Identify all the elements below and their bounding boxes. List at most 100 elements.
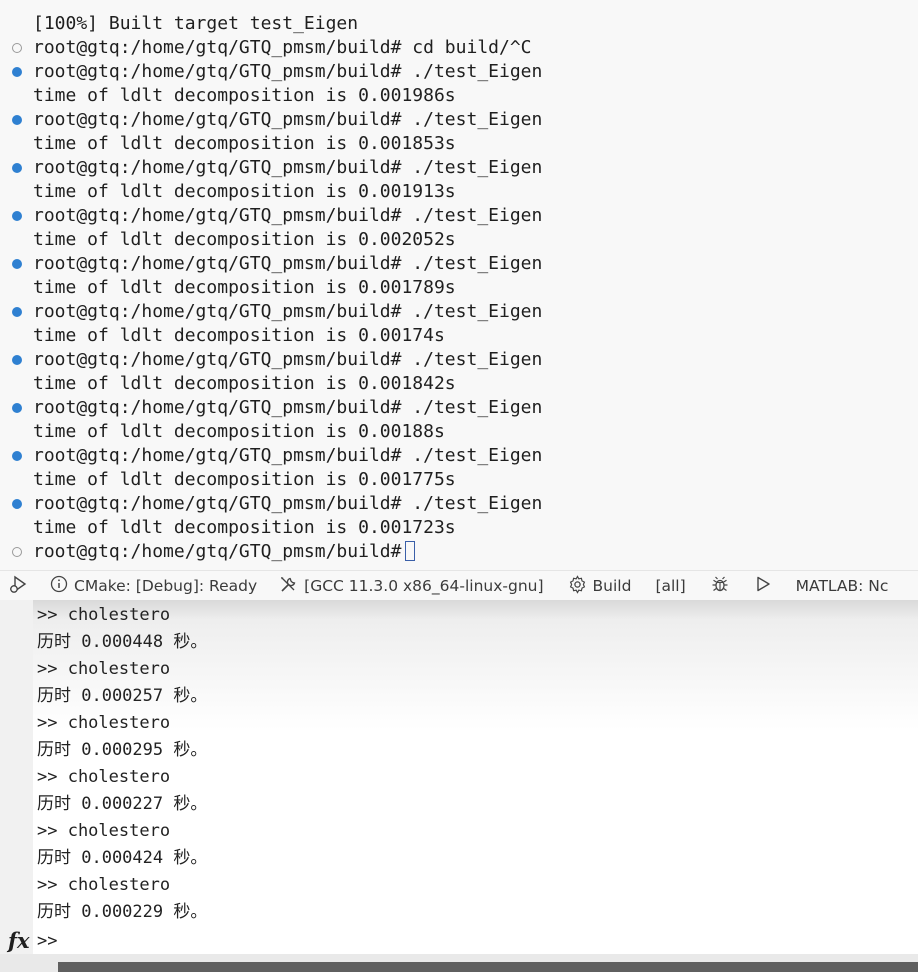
terminal-line-text: root@gtq:/home/gtq/GTQ_pmsm/build# cd bu…: [33, 37, 532, 58]
terminal-line-text: time of ldlt decomposition is 0.002052s: [33, 229, 456, 250]
command-window-line: 历时 0.000424 秒。: [37, 848, 208, 868]
build-label: Build: [592, 577, 632, 595]
command-window-gutter: [0, 600, 33, 960]
function-browser-icon[interactable]: fx: [8, 928, 30, 954]
command-success-decoration-icon[interactable]: [12, 403, 22, 413]
run-button[interactable]: [738, 571, 780, 601]
terminal-line: time of ldlt decomposition is 0.001986s: [0, 84, 918, 108]
terminal-line: time of ldlt decomposition is 0.001723s: [0, 516, 918, 540]
kit-selector[interactable]: [GCC 11.3.0 x86_64-linux-gnu]: [265, 571, 551, 601]
command-window-line: >> cholestero: [37, 821, 171, 841]
kit-label: [GCC 11.3.0 x86_64-linux-gnu]: [304, 577, 544, 595]
terminal-line-text: time of ldlt decomposition is 0.001789s: [33, 277, 456, 298]
terminal-line-text: root@gtq:/home/gtq/GTQ_pmsm/build# ./tes…: [33, 61, 543, 82]
bug-icon: [710, 574, 730, 598]
terminal-line: root@gtq:/home/gtq/GTQ_pmsm/build# ./tes…: [0, 252, 918, 276]
terminal-line: [100%] Built target test_Eigen: [0, 12, 918, 36]
terminal-line: time of ldlt decomposition is 0.001842s: [0, 372, 918, 396]
build-button[interactable]: Build: [552, 571, 640, 601]
terminal-line: root@gtq:/home/gtq/GTQ_pmsm/build# ./tes…: [0, 108, 918, 132]
command-success-decoration-icon[interactable]: [12, 211, 22, 221]
terminal-line: time of ldlt decomposition is 0.002052s: [0, 228, 918, 252]
command-window-line: >> cholestero: [37, 875, 171, 895]
terminal-line: root@gtq:/home/gtq/GTQ_pmsm/build# ./tes…: [0, 204, 918, 228]
command-success-decoration-icon[interactable]: [12, 259, 22, 269]
command-window-line: 历时 0.000227 秒。: [37, 794, 208, 814]
info-circle-icon: [50, 575, 74, 597]
debug-button[interactable]: [694, 571, 738, 601]
terminal-line: root@gtq:/home/gtq/GTQ_pmsm/build# ./tes…: [0, 492, 918, 516]
terminal-cursor[interactable]: [405, 541, 416, 561]
terminal-output: [100%] Built target test_Eigen root@gtq:/…: [0, 12, 918, 564]
command-window-line: 历时 0.000448 秒。: [37, 632, 208, 652]
wrench-screwdriver-icon: [279, 575, 304, 598]
terminal-line-text: root@gtq:/home/gtq/GTQ_pmsm/build# ./tes…: [33, 445, 543, 466]
matlab-status[interactable]: MATLAB: Nc: [780, 571, 897, 601]
terminal-line-text: root@gtq:/home/gtq/GTQ_pmsm/build# ./tes…: [33, 205, 543, 226]
command-success-decoration-icon[interactable]: [12, 307, 22, 317]
cmake-status[interactable]: CMake: [Debug]: Ready: [38, 571, 265, 601]
terminal-line: root@gtq:/home/gtq/GTQ_pmsm/build# ./tes…: [0, 156, 918, 180]
command-success-decoration-icon[interactable]: [12, 163, 22, 173]
terminal-line: time of ldlt decomposition is 0.001789s: [0, 276, 918, 300]
command-decoration-icon[interactable]: [12, 43, 22, 53]
command-window-line: >> cholestero: [37, 713, 171, 733]
terminal-line: time of ldlt decomposition is 0.00174s: [0, 324, 918, 348]
command-success-decoration-icon[interactable]: [12, 451, 22, 461]
terminal-line-text: root@gtq:/home/gtq/GTQ_pmsm/build# ./tes…: [33, 253, 543, 274]
terminal-line-text: time of ldlt decomposition is 0.001723s: [33, 517, 456, 538]
command-decoration-icon[interactable]: [12, 547, 22, 557]
command-window-output: >> cholestero 历时 0.000448 秒。 >> cholestero…: [37, 602, 207, 926]
terminal-prompt: root@gtq:/home/gtq/GTQ_pmsm/build#: [33, 540, 416, 564]
command-window-line: 历时 0.000229 秒。: [37, 902, 208, 922]
cmake-status-label: CMake: [Debug]: Ready: [74, 577, 258, 595]
command-success-decoration-icon[interactable]: [12, 355, 22, 365]
command-window-line: 历时 0.000257 秒。: [37, 686, 208, 706]
status-bar: CMake: [Debug]: Ready [GCC 11.3.0 x86_64…: [0, 570, 918, 601]
terminal-line-text: time of ldlt decomposition is 0.001853s: [33, 133, 456, 154]
terminal-line-text: time of ldlt decomposition is 0.00188s: [33, 421, 445, 442]
terminal-line-text: time of ldlt decomposition is 0.001913s: [33, 181, 456, 202]
horizontal-scrollbar[interactable]: [58, 962, 918, 972]
terminal-line: time of ldlt decomposition is 0.001853s: [0, 132, 918, 156]
terminal-line-text: time of ldlt decomposition is 0.001986s: [33, 85, 456, 106]
terminal-line-text: time of ldlt decomposition is 0.001842s: [33, 373, 456, 394]
terminal-line-text: root@gtq:/home/gtq/GTQ_pmsm/build# ./tes…: [33, 157, 543, 178]
run-debug-icon: [8, 574, 30, 598]
terminal-line-text: root@gtq:/home/gtq/GTQ_pmsm/build# ./tes…: [33, 349, 543, 370]
command-success-decoration-icon[interactable]: [12, 115, 22, 125]
matlab-status-label: MATLAB: Nc: [795, 577, 889, 595]
run-debug-button[interactable]: [0, 571, 38, 601]
terminal-line: time of ldlt decomposition is 0.001775s: [0, 468, 918, 492]
command-success-decoration-icon[interactable]: [12, 499, 22, 509]
command-success-decoration-icon[interactable]: [12, 67, 22, 77]
terminal-line: root@gtq:/home/gtq/GTQ_pmsm/build# ./tes…: [0, 396, 918, 420]
terminal-line-text: root@gtq:/home/gtq/GTQ_pmsm/build# ./tes…: [33, 493, 543, 514]
terminal-line: root@gtq:/home/gtq/GTQ_pmsm/build# cd bu…: [0, 36, 918, 60]
build-target-label: [all]: [655, 577, 686, 595]
terminal-line-text: time of ldlt decomposition is 0.00174s: [33, 325, 445, 346]
terminal-line: root@gtq:/home/gtq/GTQ_pmsm/build# ./tes…: [0, 60, 918, 84]
terminal-line-text: time of ldlt decomposition is 0.001775s: [33, 469, 456, 490]
terminal-line: root@gtq:/home/gtq/GTQ_pmsm/build# ./tes…: [0, 300, 918, 324]
terminal-line-text: [100%] Built target test_Eigen: [33, 13, 359, 34]
terminal-line: root@gtq:/home/gtq/GTQ_pmsm/build# ./tes…: [0, 348, 918, 372]
command-window-line: >> cholestero: [37, 767, 171, 787]
terminal-current-line: root@gtq:/home/gtq/GTQ_pmsm/build#: [0, 540, 918, 564]
terminal-line-text: root@gtq:/home/gtq/GTQ_pmsm/build# ./tes…: [33, 109, 543, 130]
matlab-command-window[interactable]: >> cholestero 历时 0.000448 秒。 >> cholestero…: [0, 600, 918, 972]
terminal-line: root@gtq:/home/gtq/GTQ_pmsm/build# ./tes…: [0, 444, 918, 468]
terminal-line-text: root@gtq:/home/gtq/GTQ_pmsm/build# ./tes…: [33, 397, 543, 418]
terminal-line: time of ldlt decomposition is 0.001913s: [0, 180, 918, 204]
terminal-line: time of ldlt decomposition is 0.00188s: [0, 420, 918, 444]
terminal-panel[interactable]: [100%] Built target test_Eigen root@gtq:/…: [0, 0, 918, 570]
play-icon: [754, 575, 772, 597]
build-target-selector[interactable]: [all]: [639, 571, 693, 601]
terminal-line-text: root@gtq:/home/gtq/GTQ_pmsm/build# ./tes…: [33, 301, 543, 322]
command-prompt[interactable]: >>: [37, 928, 57, 954]
command-window-line: >> cholestero: [37, 659, 171, 679]
command-window-line: >> cholestero: [37, 605, 171, 625]
command-prompt-line[interactable]: fx >>: [0, 928, 918, 954]
command-window-line: 历时 0.000295 秒。: [37, 740, 208, 760]
gear-icon: [568, 574, 593, 598]
